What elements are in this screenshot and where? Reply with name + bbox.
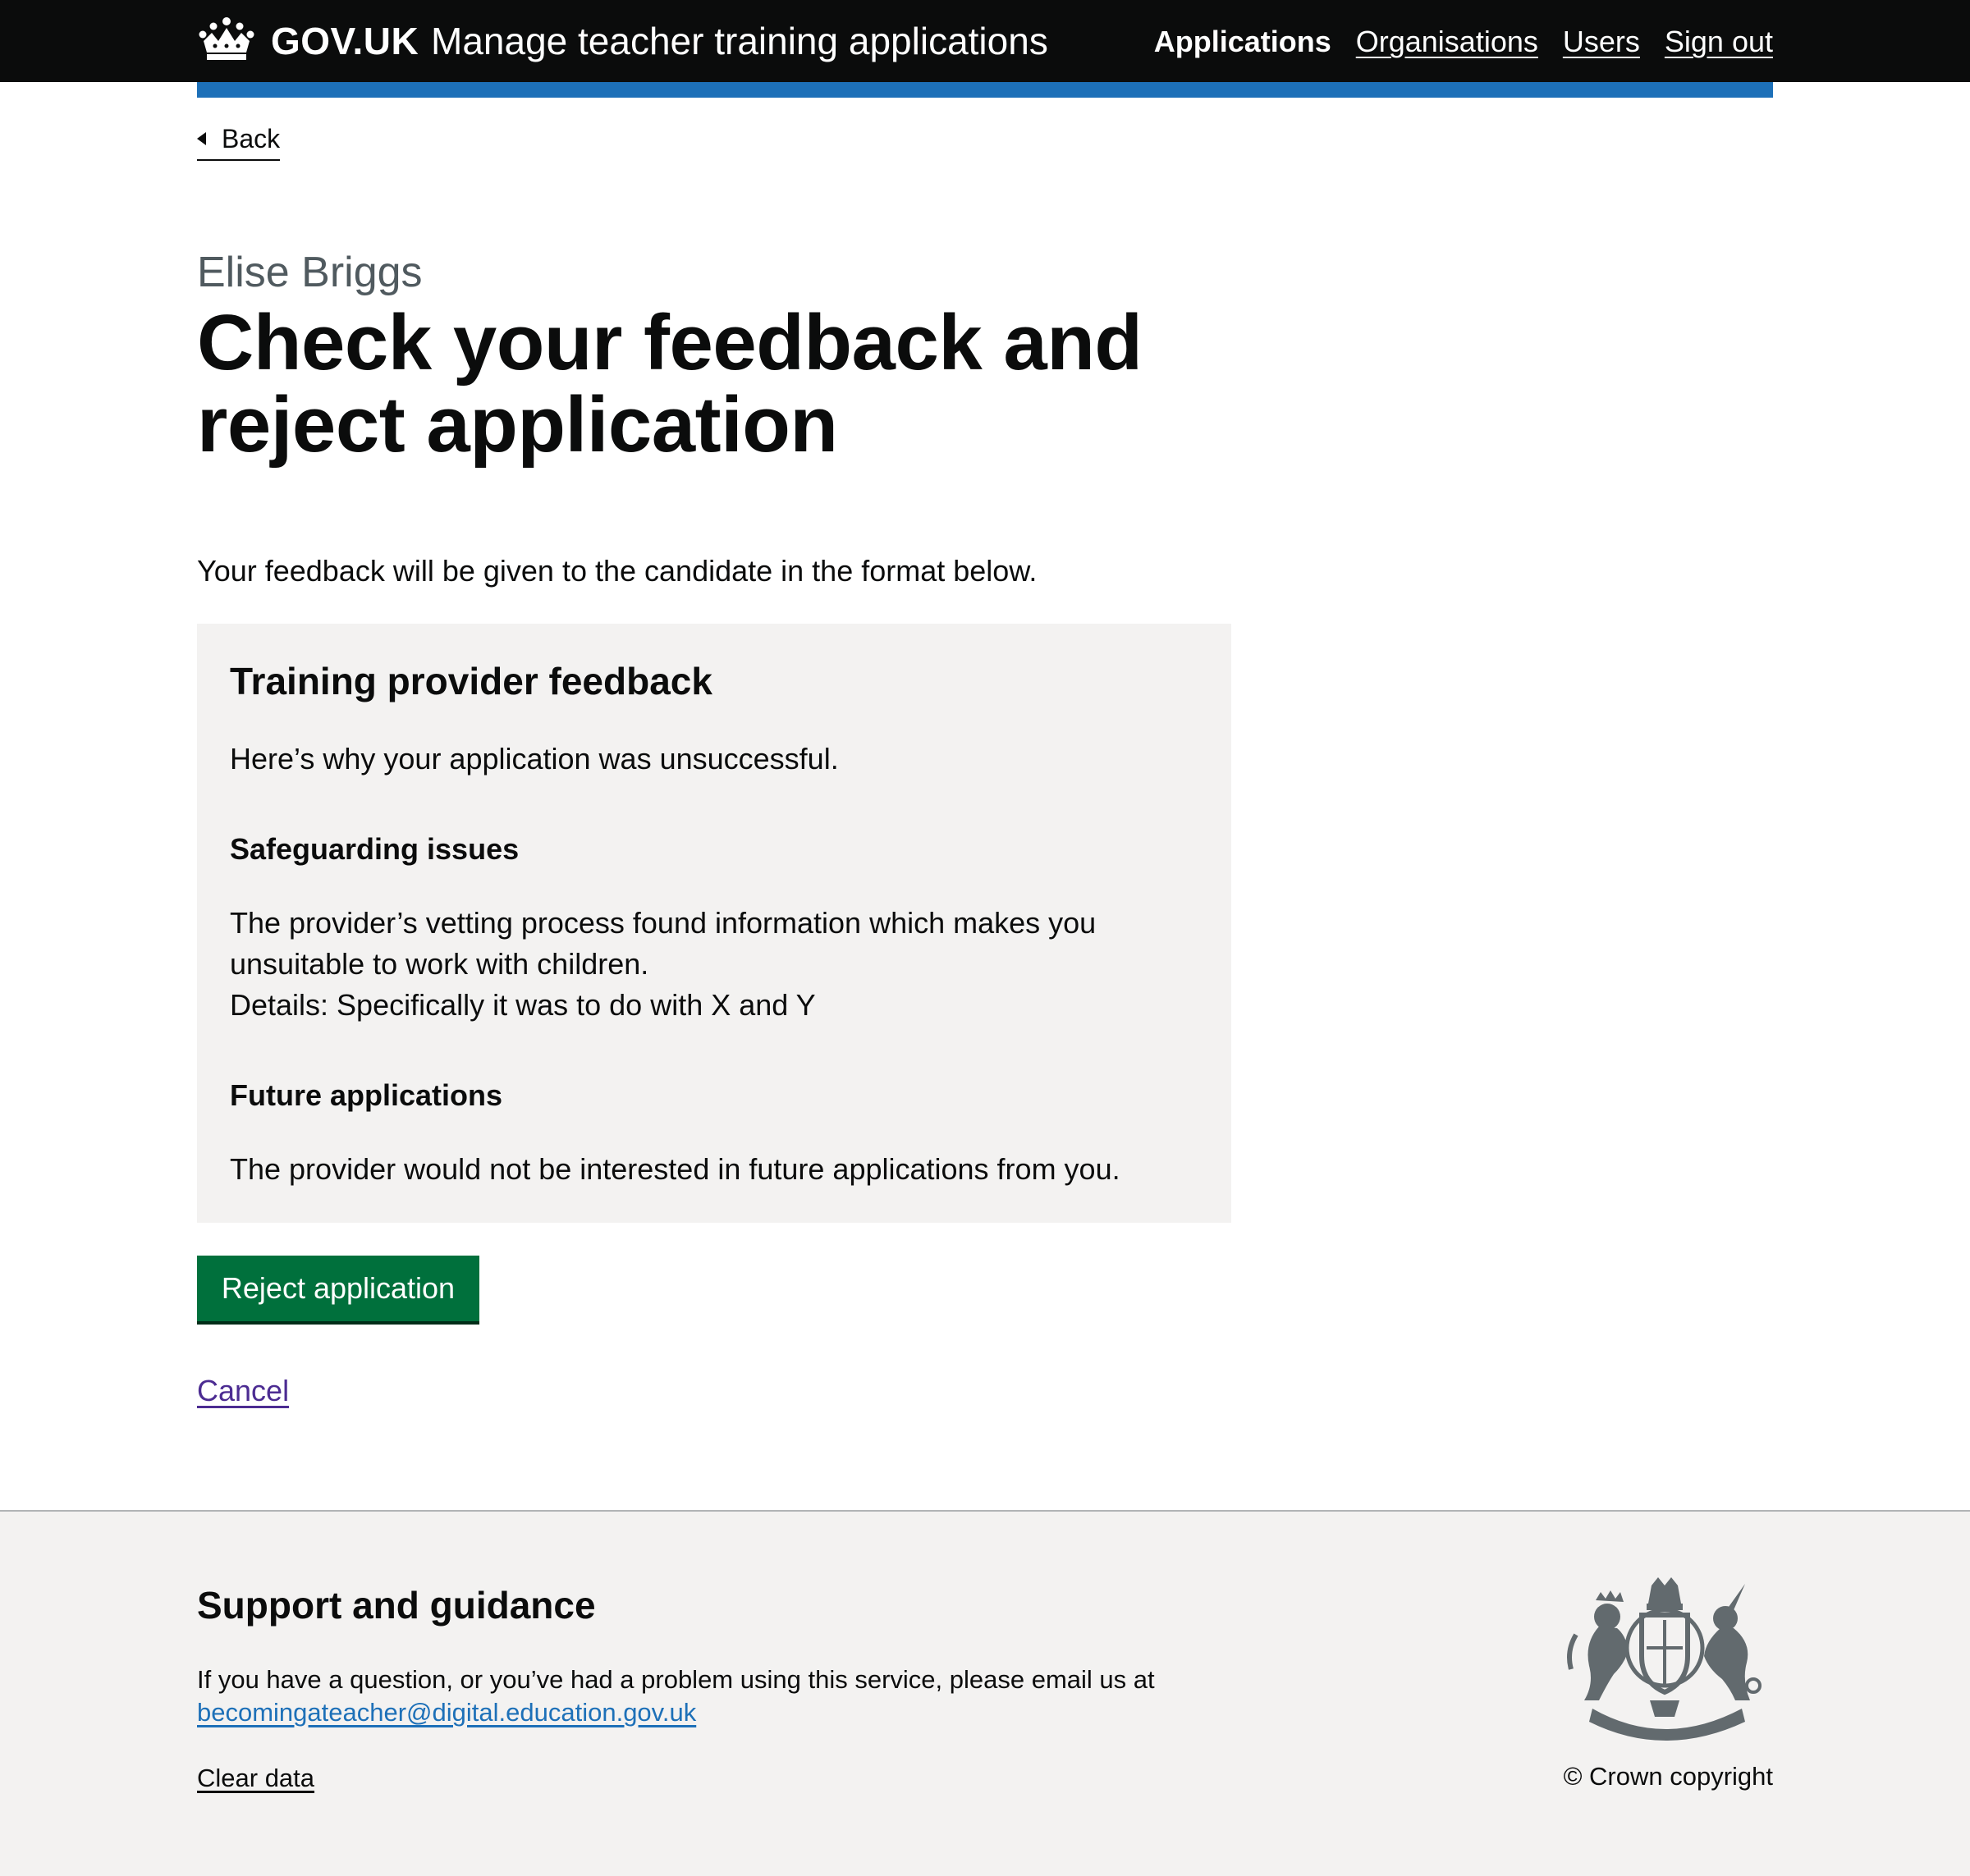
safeguarding-line: The provider’s vetting process found inf… [230, 906, 1097, 940]
crown-icon [199, 17, 254, 60]
support-email-link[interactable]: becomingateacher@digital.education.gov.u… [197, 1695, 696, 1730]
future-applications-body: The provider would not be interested in … [230, 1152, 1120, 1186]
safeguarding-details: Details: Specifically it was to do with … [230, 988, 816, 1022]
future-applications-heading: Future applications [230, 1078, 503, 1112]
chevron-left-icon [197, 132, 206, 145]
candidate-name-caption: Elise Briggs [197, 249, 423, 296]
royal-coat-of-arms[interactable] [1560, 1577, 1773, 1750]
footer-support-text: If you have a question, or you’ve had a … [197, 1665, 1155, 1694]
back-link[interactable]: Back [197, 121, 281, 161]
nav-item-users[interactable]: Users [1563, 20, 1640, 64]
clear-data-link[interactable]: Clear data [197, 1761, 314, 1796]
reject-application-button[interactable]: Reject application [197, 1256, 479, 1321]
back-link-label: Back [222, 124, 281, 153]
nav-item-sign-out[interactable]: Sign out [1665, 20, 1773, 64]
footer-title: Support and guidance [197, 1584, 596, 1627]
intro-text: Your feedback will be given to the candi… [197, 554, 1038, 588]
header-blue-bar [197, 82, 1773, 98]
site-header: GOV.UK Manage teacher training applicati… [0, 0, 1970, 82]
safeguarding-body: The provider’s vetting process found inf… [230, 903, 1215, 1026]
header-container: GOV.UK Manage teacher training applicati… [197, 0, 1773, 82]
site-footer: Support and guidance If you have a quest… [0, 1510, 1970, 1876]
govuk-logotype[interactable]: GOV.UK [271, 16, 419, 66]
nav-item-organisations[interactable]: Organisations [1356, 20, 1538, 64]
service-name[interactable]: Manage teacher training applications [431, 16, 1048, 66]
feedback-panel-title: Training provider feedback [230, 660, 712, 702]
safeguarding-line: unsuitable to work with children. [230, 947, 649, 981]
primary-navigation: Applications Organisations Users Sign ou… [1154, 20, 1773, 64]
feedback-panel: Training provider feedback Here’s why yo… [197, 624, 1231, 1223]
feedback-panel-intro: Here’s why your application was unsucces… [230, 742, 839, 776]
page-title: Check your feedback and reject applicati… [197, 299, 1143, 469]
cancel-link[interactable]: Cancel [197, 1370, 289, 1412]
crown-copyright[interactable]: © Crown copyright [1564, 1759, 1773, 1794]
nav-item-applications[interactable]: Applications [1154, 20, 1331, 64]
safeguarding-heading: Safeguarding issues [230, 832, 520, 866]
